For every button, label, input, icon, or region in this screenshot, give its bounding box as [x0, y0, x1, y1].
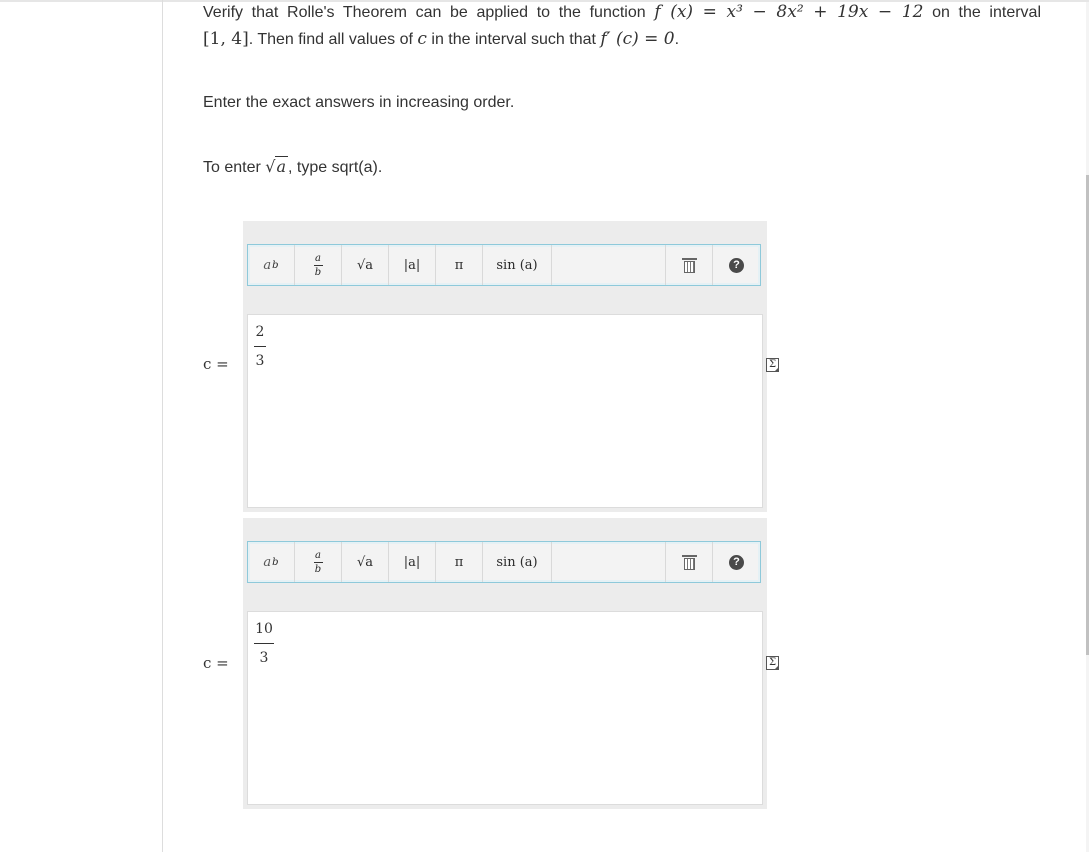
toolbar-spacer: [552, 542, 666, 582]
fraction-denominator: 3: [259, 650, 269, 666]
fraction-button[interactable]: ab: [295, 542, 342, 582]
abs-button[interactable]: |a|: [389, 245, 436, 285]
question-suffix: on the interval: [923, 4, 1041, 21]
question-mid: in the interval such that: [426, 31, 601, 48]
function-lhs: f (x) =: [654, 2, 727, 22]
sqrt-symbol: √: [265, 157, 276, 176]
answer-input-2[interactable]: 10 3: [247, 611, 763, 805]
trash-icon: [681, 554, 697, 570]
trash-icon: [681, 257, 697, 273]
power-button[interactable]: ab: [248, 245, 295, 285]
answer-input-1[interactable]: 2 3: [247, 314, 763, 508]
clear-button[interactable]: [666, 542, 713, 582]
pi-button[interactable]: π: [436, 245, 483, 285]
math-toolbar: ab ab √a |a| π sin (a) ?: [247, 244, 761, 286]
help-icon: ?: [729, 554, 744, 570]
fraction-numerator: 2: [255, 324, 265, 340]
derivative-equation: f′ (c) = 0: [600, 29, 675, 49]
power-exp: b: [272, 556, 279, 568]
fraction-denominator: 3: [255, 353, 265, 369]
answer-block-1: ab ab √a |a| π sin (a) ? 2 3: [243, 221, 767, 512]
math-toolbar: ab ab √a |a| π sin (a) ?: [247, 541, 761, 583]
help-button[interactable]: ?: [713, 542, 760, 582]
frac-num: a: [315, 549, 321, 561]
frac-den: b: [314, 266, 322, 278]
help-button[interactable]: ?: [713, 245, 760, 285]
sqrt-button[interactable]: √a: [342, 245, 389, 285]
pi-button[interactable]: π: [436, 542, 483, 582]
power-base: a: [263, 257, 272, 273]
question-prefix: Verify that Rolle's Theorem can be appli…: [203, 4, 655, 21]
sin-button[interactable]: sin (a): [483, 542, 552, 582]
left-rule: [162, 0, 163, 852]
power-base: a: [263, 554, 272, 570]
interval: [1, 4]: [203, 29, 249, 49]
question-line-2: [1, 4]. Then find all values of c in the…: [203, 28, 679, 51]
sqrt-arg: a: [275, 156, 289, 176]
page: Verify that Rolle's Theorem can be appli…: [0, 0, 1089, 852]
sqrt-button[interactable]: √a: [342, 542, 389, 582]
abs-button[interactable]: |a|: [389, 542, 436, 582]
sqrt-suffix: , type sqrt(a).: [288, 159, 383, 176]
question-end: .: [674, 31, 680, 48]
question-line-1: Verify that Rolle's Theorem can be appli…: [203, 2, 1041, 23]
sin-button[interactable]: sin (a): [483, 245, 552, 285]
answer-fraction: 2 3: [254, 324, 266, 369]
equation-editor-icon[interactable]: Σ: [766, 358, 779, 372]
answer-block-2: ab ab √a |a| π sin (a) ? 10 3: [243, 518, 767, 809]
order-instruction: Enter the exact answers in increasing or…: [203, 94, 515, 111]
sqrt-prefix: To enter: [203, 159, 266, 176]
power-exp: b: [272, 259, 279, 271]
answer-fraction: 10 3: [254, 621, 274, 666]
power-button[interactable]: ab: [248, 542, 295, 582]
c-variable: c: [417, 29, 427, 49]
answer-label-1: c =: [203, 355, 229, 373]
frac-den: b: [314, 563, 322, 575]
question-text: . Then find all values of: [248, 31, 418, 48]
frac-num: a: [315, 252, 321, 264]
sqrt-instruction: To enter √a, type sqrt(a).: [203, 156, 383, 178]
function-rhs: x³ − 8x² + 19x − 12: [726, 2, 924, 22]
fraction-button[interactable]: ab: [295, 245, 342, 285]
help-icon: ?: [729, 257, 744, 273]
fraction-numerator: 10: [255, 621, 273, 637]
equation-editor-icon[interactable]: Σ: [766, 656, 779, 670]
answer-label-2: c =: [203, 654, 229, 672]
toolbar-spacer: [552, 245, 666, 285]
clear-button[interactable]: [666, 245, 713, 285]
